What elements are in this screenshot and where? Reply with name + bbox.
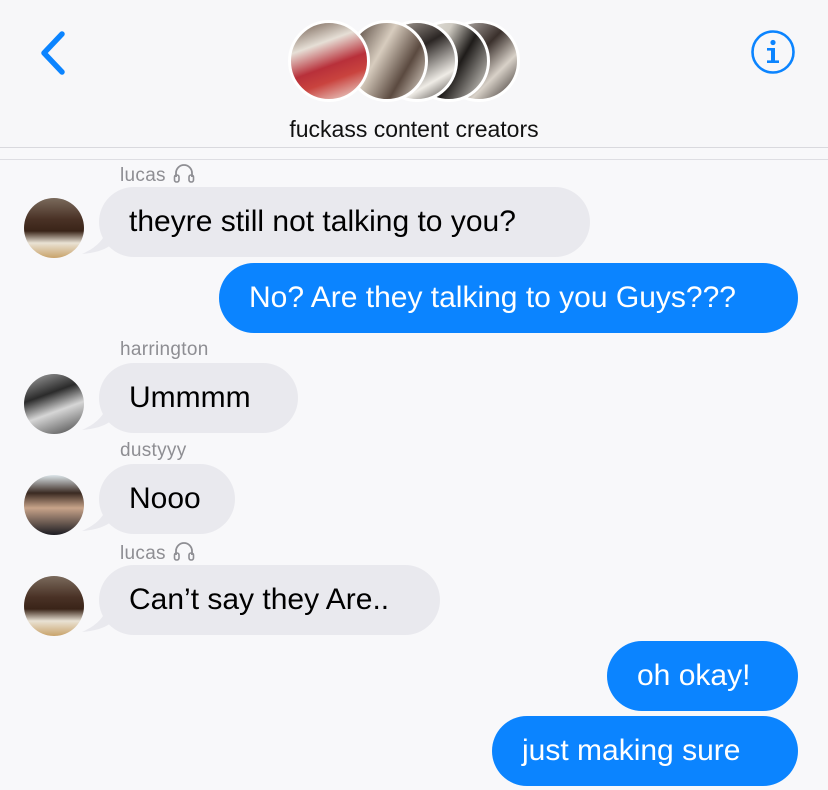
avatar[interactable] <box>24 475 84 535</box>
message-bubble-incoming[interactable]: Ummmm <box>99 363 298 433</box>
conversation-header: fuckass content creators <box>0 0 828 148</box>
headphones-icon <box>173 542 195 561</box>
sender-name-text: lucas <box>120 543 166 564</box>
info-circle-icon <box>751 30 795 74</box>
divider <box>0 159 828 160</box>
message-bubble-outgoing[interactable]: just making sure <box>492 716 798 786</box>
sender-name: lucas <box>120 162 196 187</box>
sender-name-text: lucas <box>120 165 166 186</box>
avatar[interactable] <box>24 198 84 258</box>
sender-name-text: harrington <box>120 339 209 360</box>
group-member-avatar <box>288 20 370 102</box>
message-bubble-outgoing[interactable]: No? Are they talking to you Guys??? <box>219 263 798 333</box>
headphones-icon <box>173 164 195 183</box>
message-bubble-incoming[interactable]: Can’t say they Are.. <box>99 565 440 635</box>
back-button[interactable] <box>32 28 72 78</box>
sender-name: harrington <box>120 339 209 361</box>
group-name[interactable]: fuckass content creators <box>0 116 828 143</box>
message-bubble-outgoing[interactable]: oh okay! <box>607 641 798 711</box>
avatar[interactable] <box>24 374 84 434</box>
avatar[interactable] <box>24 576 84 636</box>
info-button[interactable] <box>750 29 796 75</box>
message-bubble-incoming[interactable]: Nooo <box>99 464 235 534</box>
group-avatar-stack[interactable] <box>288 20 528 106</box>
sender-name: dustyyy <box>120 440 187 462</box>
sender-name-text: dustyyy <box>120 440 187 461</box>
message-bubble-incoming[interactable]: theyre still not talking to you? <box>99 187 590 257</box>
chevron-left-icon <box>41 31 65 75</box>
sender-name: lucas <box>120 540 196 565</box>
